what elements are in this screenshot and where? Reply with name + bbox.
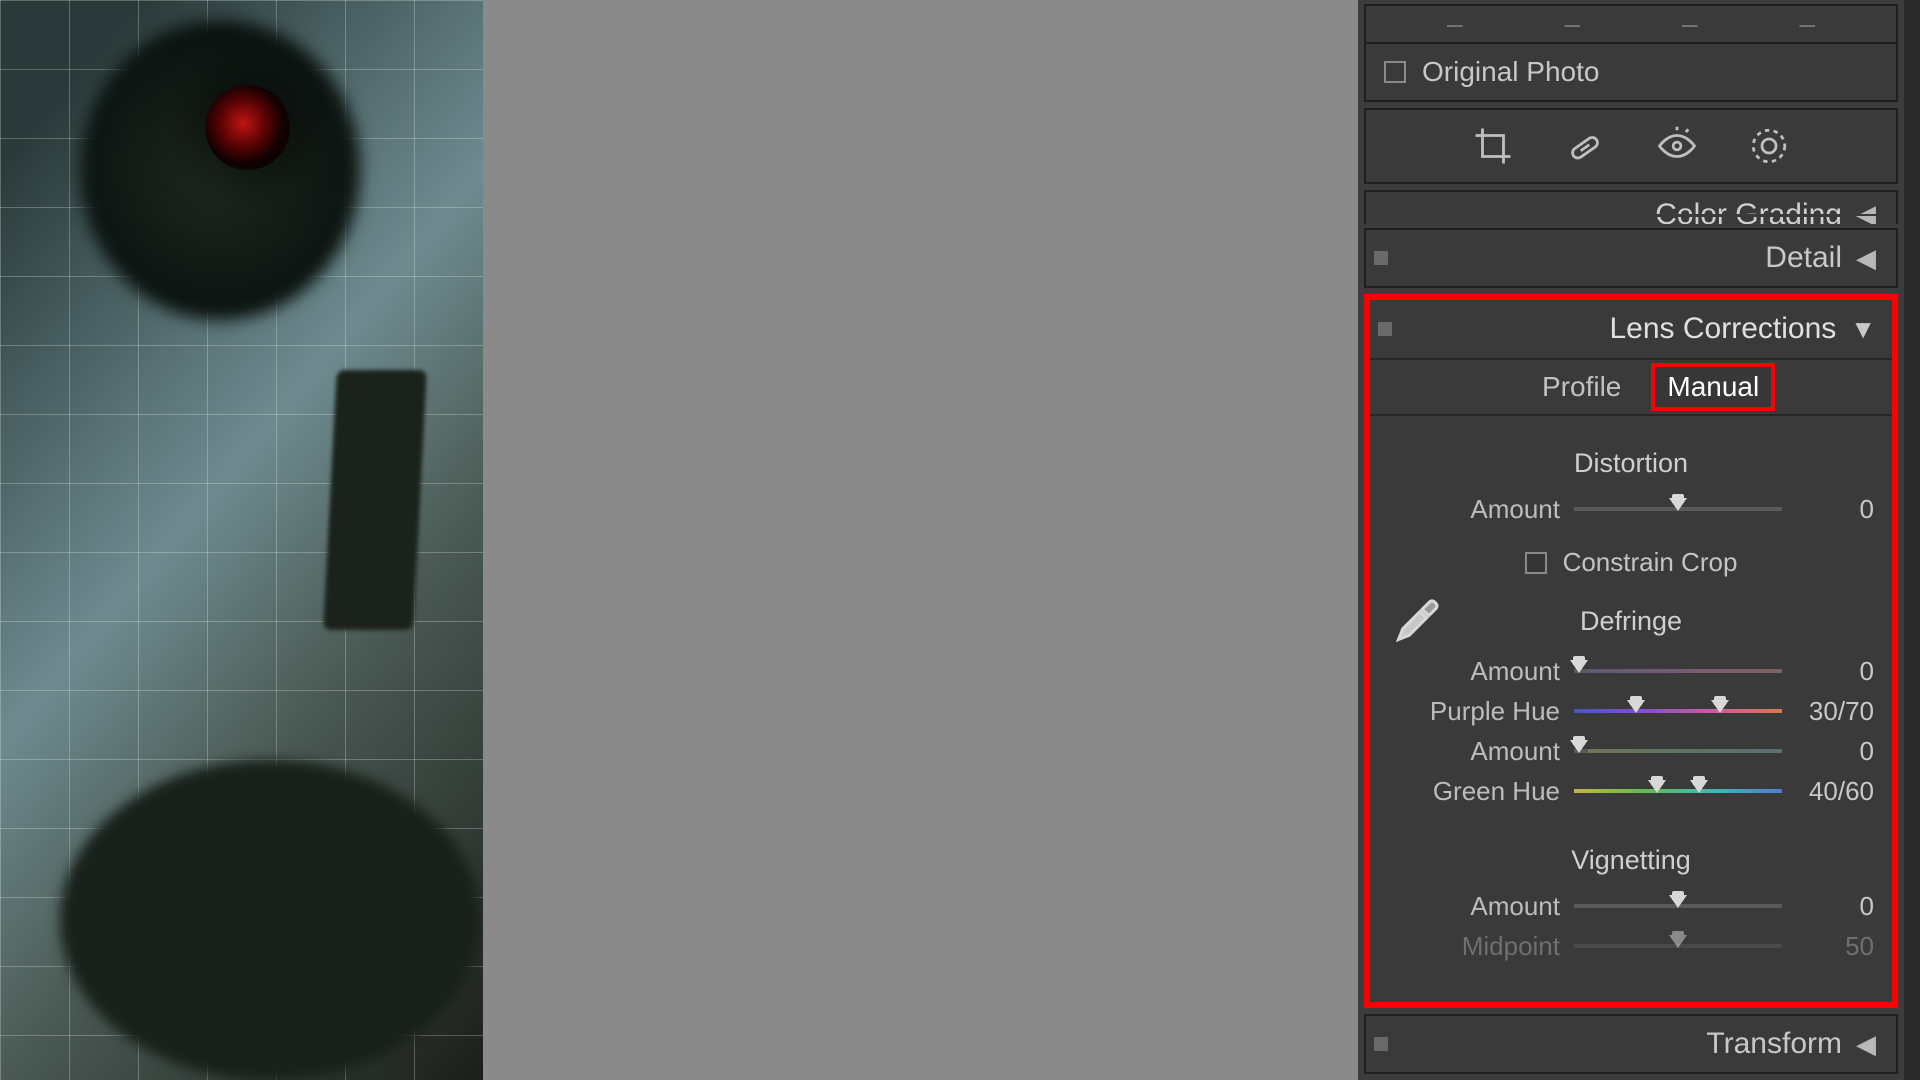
toolstrip	[1364, 108, 1898, 184]
dash: –	[1564, 8, 1580, 40]
slider-label: Amount	[1388, 494, 1560, 525]
lens-body: Distortion Amount 0 Constrain Crop	[1370, 416, 1892, 1002]
eyedropper-icon[interactable]	[1392, 594, 1444, 646]
collapse-icon	[1856, 199, 1876, 224]
defringe-green-hue-row: Green Hue 40/60	[1388, 771, 1874, 811]
slider-label: Midpoint	[1388, 931, 1560, 962]
slider-label: Purple Hue	[1388, 696, 1560, 727]
defringe-purple-hue-row: Purple Hue 30/70	[1388, 691, 1874, 731]
dash: –	[1447, 8, 1463, 40]
original-photo-row[interactable]: Original Photo	[1364, 44, 1898, 102]
lens-header[interactable]: Lens Corrections	[1370, 300, 1892, 360]
canvas-background	[483, 0, 1358, 1080]
original-photo-checkbox[interactable]	[1384, 61, 1406, 83]
constrain-crop-checkbox[interactable]	[1525, 552, 1547, 574]
vignetting-midpoint-row: Midpoint 50	[1388, 926, 1874, 966]
panel-detail[interactable]: Detail	[1364, 228, 1898, 288]
section-distortion: Distortion	[1388, 448, 1874, 479]
section-defringe: Defringe	[1388, 606, 1874, 637]
slider-label: Amount	[1388, 656, 1560, 687]
slider-value[interactable]: 40/60	[1796, 776, 1874, 807]
panel-color-grading[interactable]: Color Grading	[1364, 190, 1898, 224]
heal-icon[interactable]	[1564, 125, 1606, 167]
slider-label: Green Hue	[1388, 776, 1560, 807]
slider-value[interactable]: 0	[1796, 494, 1874, 525]
slider-value: 50	[1796, 931, 1874, 962]
panel-transform[interactable]: Transform	[1364, 1014, 1898, 1074]
slider-value[interactable]: 0	[1796, 736, 1874, 767]
slider-label: Amount	[1388, 891, 1560, 922]
dash: –	[1682, 8, 1698, 40]
develop-sidebar: – – – – Original Photo	[1358, 0, 1920, 1080]
distortion-amount-row: Amount 0	[1388, 489, 1874, 529]
image-blob	[80, 20, 360, 320]
tab-manual[interactable]: Manual	[1651, 363, 1775, 411]
slider-value[interactable]: 30/70	[1796, 696, 1874, 727]
radial-icon[interactable]	[1748, 125, 1790, 167]
defringe-purple-hue-slider[interactable]	[1574, 702, 1782, 720]
vignetting-amount-row: Amount 0	[1388, 886, 1874, 926]
image-eye	[205, 85, 290, 170]
vignetting-amount-slider[interactable]	[1574, 897, 1782, 915]
tab-profile[interactable]: Profile	[1530, 367, 1633, 407]
crop-icon[interactable]	[1472, 125, 1514, 167]
defringe-green-amount-row: Amount 0	[1388, 731, 1874, 771]
defringe-purple-amount-row: Amount 0	[1388, 651, 1874, 691]
panel-toggle[interactable]	[1374, 251, 1388, 265]
image-blob	[60, 760, 480, 1080]
panel-title: Lens Corrections	[1609, 312, 1836, 346]
panel-title: Transform	[1706, 1027, 1842, 1061]
panel-title: Detail	[1765, 241, 1842, 275]
slider-label: Amount	[1388, 736, 1560, 767]
panel-title: Color Grading	[1655, 198, 1842, 224]
collapse-icon	[1856, 1029, 1876, 1060]
defringe-green-amount-slider[interactable]	[1574, 742, 1782, 760]
redeye-icon[interactable]	[1656, 125, 1698, 167]
dash: –	[1799, 8, 1815, 40]
lens-tabs: Profile Manual	[1370, 360, 1892, 416]
histogram-placeholder: – – – –	[1364, 4, 1898, 44]
constrain-crop-label: Constrain Crop	[1563, 547, 1738, 578]
defringe-green-hue-slider[interactable]	[1574, 782, 1782, 800]
vignetting-midpoint-slider	[1574, 937, 1782, 955]
collapse-icon	[1856, 243, 1876, 274]
section-vignetting: Vignetting	[1388, 845, 1874, 876]
panel-toggle[interactable]	[1374, 1037, 1388, 1051]
distortion-amount-slider[interactable]	[1574, 500, 1782, 518]
image-blob	[323, 370, 427, 630]
image-canvas[interactable]	[0, 0, 483, 1080]
slider-value[interactable]: 0	[1796, 891, 1874, 922]
constrain-crop-row[interactable]: Constrain Crop	[1388, 547, 1874, 578]
original-photo-label: Original Photo	[1422, 56, 1599, 88]
slider-value[interactable]: 0	[1796, 656, 1874, 687]
panel-toggle[interactable]	[1378, 322, 1392, 336]
defringe-purple-amount-slider[interactable]	[1574, 662, 1782, 680]
panel-lens-corrections: Lens Corrections Profile Manual Distorti…	[1364, 294, 1898, 1008]
collapse-icon	[1850, 314, 1876, 345]
